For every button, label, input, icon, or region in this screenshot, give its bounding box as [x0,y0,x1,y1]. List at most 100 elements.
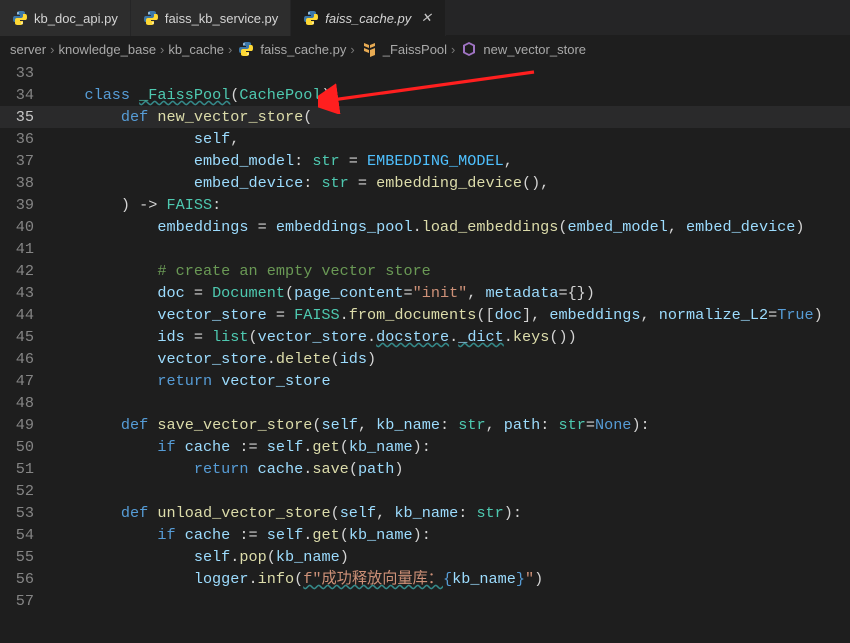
line-number: 48 [0,392,48,414]
method-icon [461,41,477,57]
token: self [340,504,376,522]
chevron-right-icon: › [350,42,354,57]
token: ): [321,86,339,104]
token: embedding_device [376,174,522,192]
token: doc [495,306,522,324]
token: , [358,416,376,434]
tab-bar: kb_doc_api.py faiss_kb_service.py faiss_… [0,0,850,36]
token: ) [394,460,403,478]
token: return [194,460,258,478]
token: ( [340,526,349,544]
token: normalize_L2 [659,306,768,324]
token: str [321,174,348,192]
token: from_documents [349,306,477,324]
token: ) [340,548,349,566]
token: . [413,218,422,236]
token: . [303,438,312,456]
token: self [194,130,230,148]
line-number: 53 [0,502,48,524]
token: vector_store [157,306,266,324]
tab-faiss-kb-service[interactable]: faiss_kb_service.py [131,0,291,36]
class-icon [361,41,377,57]
line-number: 55 [0,546,48,568]
code-editor[interactable]: 33 34 class _FaissPool(CachePool): 35 de… [0,62,850,612]
token: kb_name [376,416,440,434]
token: ) -> [121,196,167,214]
token: . [504,328,513,346]
breadcrumb-item[interactable]: faiss_cache.py [260,42,346,57]
token: , [376,504,394,522]
token: kb_name [394,504,458,522]
tab-faiss-cache[interactable]: faiss_cache.py ✕ [291,0,446,36]
token: save [312,460,348,478]
token: . [249,570,258,588]
token: . [303,460,312,478]
breadcrumb-item[interactable]: knowledge_base [58,42,156,57]
token: _FaissPool [139,86,230,104]
line-number: 36 [0,128,48,150]
token: { [443,570,452,588]
token: " [525,570,534,588]
breadcrumb-item[interactable]: kb_cache [168,42,224,57]
token: ( [331,350,340,368]
token: def [121,416,157,434]
chevron-right-icon: › [50,42,54,57]
line-number: 35 [0,106,48,128]
token: class [84,86,139,104]
token: embed_device [194,174,303,192]
token: ( [303,108,312,126]
breadcrumb-item[interactable]: server [10,42,46,57]
token: ()) [549,328,576,346]
token: ={}) [558,284,594,302]
token: ) [814,306,823,324]
token: self [267,438,303,456]
token: ): [631,416,649,434]
token: get [312,438,339,456]
token: _dict [458,328,504,346]
token: embed_model [568,218,668,236]
token: None [595,416,631,434]
token: ( [558,218,567,236]
token: ( [267,548,276,566]
token: embeddings [549,306,640,324]
line-number: 56 [0,568,48,590]
token: info [258,570,294,588]
line-number: 40 [0,216,48,238]
token: logger [194,570,249,588]
token: = [249,218,276,236]
token: path [504,416,540,434]
token: str [312,152,339,170]
token: ( [331,504,340,522]
token: ids [157,328,184,346]
breadcrumb-item[interactable]: new_vector_store [483,42,586,57]
token: embeddings_pool [276,218,413,236]
token: : [212,196,221,214]
token: if [157,438,184,456]
token: unload_vector_store [157,504,330,522]
token: ( [340,438,349,456]
token: ) [367,350,376,368]
line-number: 43 [0,282,48,304]
token: ], [522,306,549,324]
breadcrumb-item[interactable]: _FaissPool [383,42,447,57]
line-number: 49 [0,414,48,436]
tab-kb-doc-api[interactable]: kb_doc_api.py [0,0,131,36]
token: list [212,328,248,346]
token: ( [294,570,303,588]
token: : [540,416,558,434]
close-icon[interactable]: ✕ [419,10,433,26]
token: cache [185,526,231,544]
token: cache [185,438,231,456]
line-number: 37 [0,150,48,172]
token: , [668,218,686,236]
token: : [294,152,312,170]
python-file-icon [238,41,254,57]
token: := [230,438,266,456]
breadcrumb: server › knowledge_base › kb_cache › fai… [0,36,850,62]
token: . [340,306,349,324]
line-number: 51 [0,458,48,480]
token: embed_model [194,152,294,170]
token: True [777,306,813,324]
token: ids [340,350,367,368]
token: , [486,416,504,434]
